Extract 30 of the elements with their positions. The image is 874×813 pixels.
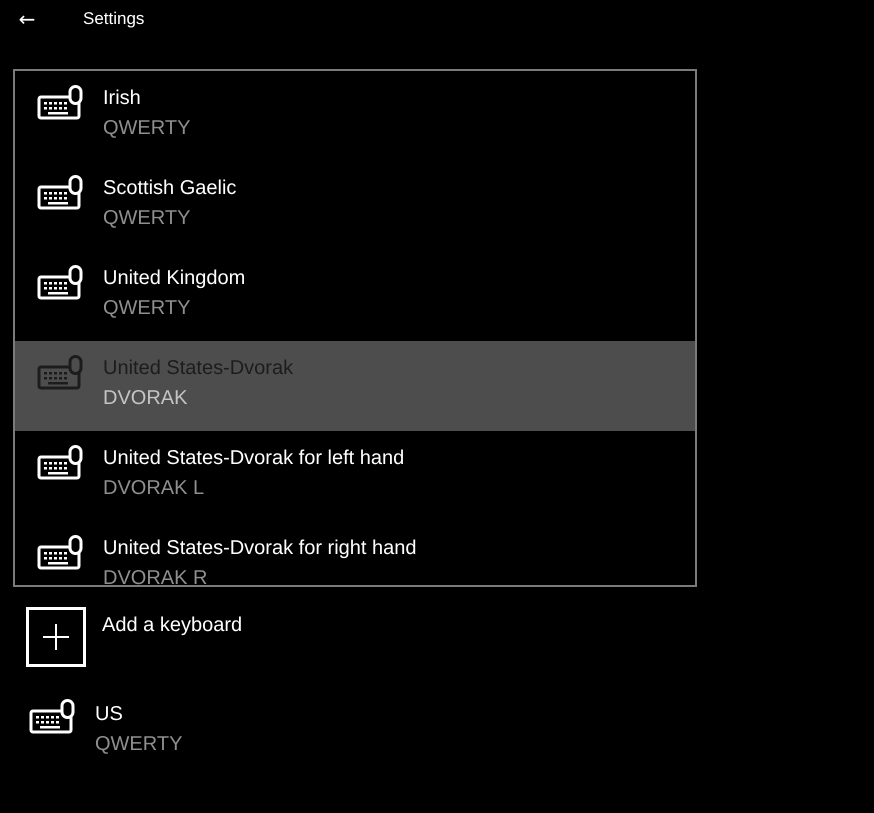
keyboard-name: United States-Dvorak for right hand [103, 536, 416, 561]
keyboard-layout: QWERTY [103, 296, 192, 321]
keyboard-list-item[interactable]: Scottish Gaelic QWERTY [15, 161, 695, 251]
keyboard-layout: QWERTY [103, 206, 192, 231]
keyboard-name: United Kingdom [103, 266, 246, 291]
add-keyboard-button[interactable] [26, 607, 86, 667]
add-keyboard-label[interactable]: Add a keyboard [102, 611, 242, 639]
plus-icon [43, 624, 69, 650]
keyboard-icon [37, 85, 83, 121]
keyboard-list-item[interactable]: United Kingdom QWERTY [15, 251, 695, 341]
keyboard-layout: QWERTY [103, 116, 190, 141]
keyboard-name: Scottish Gaelic [103, 176, 236, 201]
back-button[interactable]: ← [14, 6, 40, 32]
keyboard-layout: DVORAK R [103, 566, 208, 585]
keyboard-list-item[interactable]: Irish QWERTY [15, 71, 695, 161]
keyboard-name: United States-Dvorak for left hand [103, 446, 404, 471]
keyboard-layout: QWERTY [95, 732, 182, 757]
keyboard-icon [29, 699, 75, 735]
keyboard-icon [37, 265, 83, 301]
keyboard-list-item[interactable]: United States-Dvorak for right hand DVORAK R [15, 521, 695, 585]
keyboard-icon [37, 535, 83, 571]
keyboard-layout: DVORAK L [103, 476, 206, 501]
keyboard-icon [37, 175, 83, 211]
keyboard-icon [37, 445, 83, 481]
keyboard-icon [37, 355, 83, 391]
keyboard-layout: DVORAK [103, 386, 188, 411]
keyboard-list-item[interactable]: United States-Dvorak for left hand DVORAK L [15, 431, 695, 521]
keyboard-name: US [95, 702, 124, 727]
keyboard-name: Irish [103, 86, 142, 111]
page-title: Settings [83, 9, 144, 29]
